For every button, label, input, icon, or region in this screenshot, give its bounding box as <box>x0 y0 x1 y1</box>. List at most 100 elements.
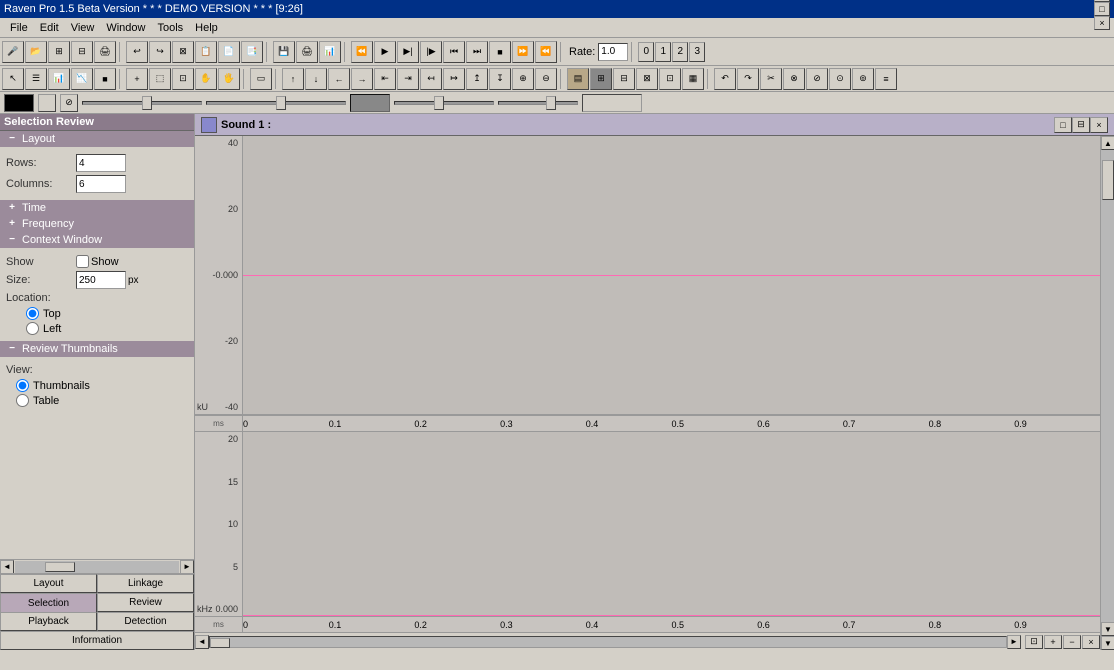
tb2-btn-22[interactable]: ↧ <box>489 68 511 90</box>
tab-layout[interactable]: Layout <box>0 574 97 593</box>
grid-button[interactable]: ⊞ <box>48 41 70 63</box>
hscroll-thumb[interactable] <box>45 562 75 572</box>
slider-3[interactable] <box>394 101 494 105</box>
menu-edit[interactable]: Edit <box>34 20 65 36</box>
maximize-button[interactable]: □ <box>1094 2 1110 16</box>
vscroll-up-button[interactable]: ▲ <box>1101 136 1114 150</box>
hscroll-left-button[interactable]: ◄ <box>0 560 14 574</box>
hscroll-right-button[interactable]: ► <box>180 560 194 574</box>
add-button[interactable]: + <box>126 68 148 90</box>
square-button[interactable]: ■ <box>94 68 116 90</box>
tb-btn-20[interactable]: ■ <box>489 41 511 63</box>
down-button[interactable]: ↓ <box>305 68 327 90</box>
spectrogram-main[interactable] <box>243 432 1100 616</box>
num-2[interactable]: 2 <box>672 42 688 62</box>
review-section-header[interactable]: − Review Thumbnails <box>0 341 194 357</box>
table-radio[interactable] <box>16 394 29 407</box>
vscroll-extra-button[interactable]: ▼ <box>1101 636 1114 650</box>
tb-btn-6[interactable]: ↪ <box>149 41 171 63</box>
menu-help[interactable]: Help <box>189 20 224 36</box>
tb-btn-22[interactable]: ⏪ <box>535 41 557 63</box>
tab-review[interactable]: Review <box>97 593 194 612</box>
tb2-btn-35[interactable]: ⊙ <box>829 68 851 90</box>
hscroll-track[interactable] <box>15 561 179 573</box>
fit-button[interactable]: ⊡ <box>1025 635 1043 649</box>
color-picker[interactable] <box>4 94 34 112</box>
cols-input[interactable] <box>76 175 126 193</box>
num-0[interactable]: 0 <box>638 42 654 62</box>
tb2-btn-23[interactable]: ⊕ <box>512 68 534 90</box>
view-btn-4[interactable]: ⊠ <box>636 68 658 90</box>
tb-btn-13[interactable]: 📊 <box>319 41 341 63</box>
play-sel-button[interactable]: ▶| <box>397 41 419 63</box>
h-scroll-track[interactable] <box>209 636 1007 648</box>
view-btn-3[interactable]: ⊟ <box>613 68 635 90</box>
right-sel-button[interactable]: → <box>351 68 373 90</box>
tb2-btn-18[interactable]: ⇥ <box>397 68 419 90</box>
hand2-button[interactable]: 🖐 <box>218 68 240 90</box>
ctx-size-input[interactable] <box>76 271 126 289</box>
vscroll-down-button[interactable]: ▼ <box>1101 622 1114 636</box>
tab-detection[interactable]: Detection <box>97 612 194 631</box>
tb-btn-21[interactable]: ⏩ <box>512 41 534 63</box>
tb2-btn-34[interactable]: ⊘ <box>806 68 828 90</box>
sel-button[interactable]: ⬚ <box>149 68 171 90</box>
thumbnails-radio[interactable] <box>16 379 29 392</box>
zoom-plus-button[interactable]: + <box>1044 635 1062 649</box>
time-section-header[interactable]: + Time <box>0 200 194 216</box>
menu-file[interactable]: File <box>4 20 34 36</box>
open-button[interactable]: 📂 <box>25 41 47 63</box>
sel2-button[interactable]: ⊡ <box>172 68 194 90</box>
menu-tools[interactable]: Tools <box>151 20 189 36</box>
hand-button[interactable]: ✋ <box>195 68 217 90</box>
tb-btn-7[interactable]: ⊠ <box>172 41 194 63</box>
scroll-right-btn[interactable]: ► <box>1007 635 1021 649</box>
sound-expand-button[interactable]: □ <box>1054 117 1072 133</box>
sound-close-button[interactable]: × <box>1090 117 1108 133</box>
tab-playback[interactable]: Playback <box>0 612 97 631</box>
mic-button[interactable]: 🎤 <box>2 41 24 63</box>
tab-linkage[interactable]: Linkage <box>97 574 194 593</box>
tb-btn-5[interactable]: ↩ <box>126 41 148 63</box>
freq-section-header[interactable]: + Frequency <box>0 216 194 232</box>
bar-button[interactable]: 📊 <box>48 68 70 90</box>
tb-btn-8[interactable]: 📋 <box>195 41 217 63</box>
view-btn-1[interactable]: ▤ <box>567 68 589 90</box>
view-btn-5[interactable]: ⊡ <box>659 68 681 90</box>
menu-view[interactable]: View <box>65 20 101 36</box>
menu-window[interactable]: Window <box>100 20 151 36</box>
tb2-btn-30[interactable]: ↶ <box>714 68 736 90</box>
color-picker2[interactable] <box>38 94 56 112</box>
tb-btn-11[interactable]: 💾 <box>273 41 295 63</box>
zoom-reset-button[interactable]: × <box>1082 635 1100 649</box>
tb-btn-9[interactable]: 📄 <box>218 41 240 63</box>
tb2-btn-36[interactable]: ⊚ <box>852 68 874 90</box>
tb-btn-15[interactable]: ▶ <box>374 41 396 63</box>
tb-btn-14[interactable]: ⏪ <box>351 41 373 63</box>
tb-btn-19[interactable]: ⏭ <box>466 41 488 63</box>
num-3[interactable]: 3 <box>689 42 705 62</box>
pointer-button[interactable]: ↖ <box>2 68 24 90</box>
scroll-left-btn[interactable]: ◄ <box>195 635 209 649</box>
contrast-slider[interactable] <box>206 101 346 105</box>
tb2-btn-37[interactable]: ≡ <box>875 68 897 90</box>
tb-btn-12[interactable]: 🖨 <box>296 41 318 63</box>
rect-button[interactable]: ▭ <box>250 68 272 90</box>
grid2-button[interactable]: ⊟ <box>71 41 93 63</box>
tab-selection[interactable]: Selection <box>0 593 97 612</box>
print-button[interactable]: 🖨 <box>94 41 116 63</box>
tab-information[interactable]: Information <box>0 631 194 650</box>
list-button[interactable]: ☰ <box>25 68 47 90</box>
ctx-section-header[interactable]: − Context Window <box>0 232 194 248</box>
ctx-show-checkbox[interactable] <box>76 255 89 268</box>
waveform-main[interactable] <box>243 136 1100 414</box>
zoom-minus-button[interactable]: − <box>1063 635 1081 649</box>
layout-section-header[interactable]: − Layout <box>0 131 194 147</box>
tb2-btn-20[interactable]: ↦ <box>443 68 465 90</box>
up-button[interactable]: ↑ <box>282 68 304 90</box>
rows-input[interactable] <box>76 154 126 172</box>
vscroll-thumb[interactable] <box>1102 160 1114 200</box>
tb2-btn-24[interactable]: ⊖ <box>535 68 557 90</box>
tb2-btn-31[interactable]: ↷ <box>737 68 759 90</box>
tb2-btn-33[interactable]: ⊗ <box>783 68 805 90</box>
